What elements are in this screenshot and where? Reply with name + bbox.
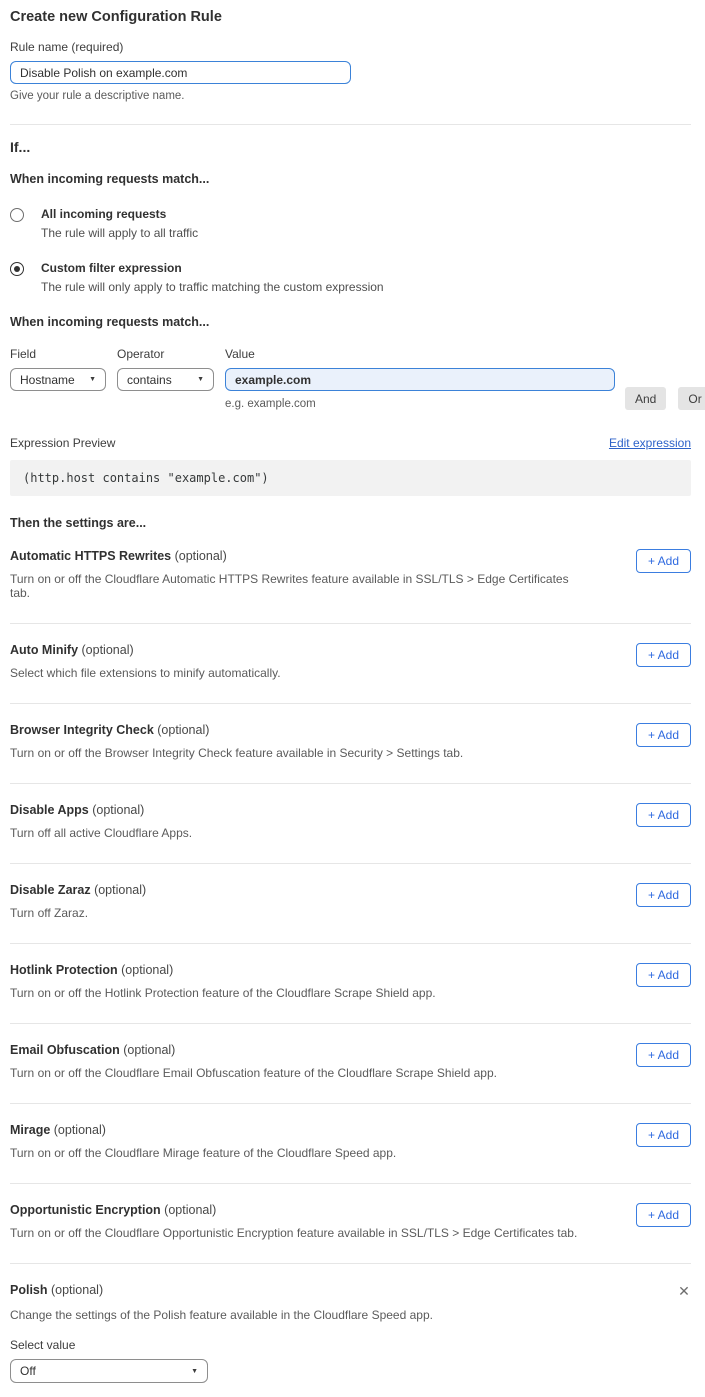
setting-name: Hotlink Protection — [10, 963, 118, 977]
setting-name: Opportunistic Encryption — [10, 1203, 161, 1217]
setting-optional: (optional) — [89, 803, 145, 817]
match-subheading: When incoming requests match... — [10, 172, 691, 186]
radio-all-incoming-requests[interactable]: All incoming requests The rule will appl… — [10, 207, 691, 240]
field-select[interactable]: Hostname ▼ — [10, 368, 106, 391]
setting-name: Polish — [10, 1283, 48, 1297]
operator-label: Operator — [117, 347, 214, 361]
setting-description: Turn off all active Cloudflare Apps. — [10, 826, 192, 840]
radio-option-description: The rule will apply to all traffic — [41, 226, 198, 240]
close-icon[interactable]: ✕ — [677, 1285, 691, 1299]
setting-optional: (optional) — [48, 1283, 104, 1297]
setting-optional: (optional) — [120, 1043, 176, 1057]
radio-button-icon[interactable] — [10, 208, 24, 222]
setting-name: Auto Minify — [10, 643, 78, 657]
section-divider — [10, 124, 691, 125]
page-title: Create new Configuration Rule — [10, 9, 691, 25]
add-button[interactable]: + Add — [636, 643, 691, 667]
setting-description: Turn off Zaraz. — [10, 906, 146, 920]
setting-optional: (optional) — [161, 1203, 217, 1217]
select-value-label: Select value — [10, 1338, 691, 1352]
setting-name: Disable Zaraz — [10, 883, 91, 897]
and-button[interactable]: And — [625, 387, 666, 410]
radio-button-icon[interactable] — [10, 262, 24, 276]
value-label: Value — [225, 347, 615, 361]
setting-description: Turn on or off the Cloudflare Mirage fea… — [10, 1146, 396, 1160]
setting-optional: (optional) — [91, 883, 147, 897]
setting-description: Select which file extensions to minify a… — [10, 666, 281, 680]
add-button[interactable]: + Add — [636, 1043, 691, 1067]
setting-optional: (optional) — [78, 643, 134, 657]
rule-name-helper: Give your rule a descriptive name. — [10, 90, 691, 102]
setting-description: Turn on or off the Cloudflare Opportunis… — [10, 1226, 577, 1240]
add-button[interactable]: + Add — [636, 883, 691, 907]
expression-preview-label: Expression Preview — [10, 436, 115, 450]
add-button[interactable]: + Add — [636, 1203, 691, 1227]
add-button[interactable]: + Add — [636, 723, 691, 747]
request-match-radio-group: All incoming requests The rule will appl… — [10, 207, 691, 294]
operator-select[interactable]: contains ▼ — [117, 368, 214, 391]
setting-row: Mirage (optional) Turn on or off the Clo… — [10, 1104, 691, 1184]
or-button[interactable]: Or — [678, 387, 705, 410]
setting-row: Disable Apps (optional) Turn off all act… — [10, 784, 691, 864]
rule-name-label: Rule name (required) — [10, 40, 691, 54]
setting-row: Disable Zaraz (optional) Turn off Zaraz.… — [10, 864, 691, 944]
setting-optional: (optional) — [118, 963, 174, 977]
setting-name: Automatic HTTPS Rewrites — [10, 549, 171, 563]
setting-description: Turn on or off the Cloudflare Email Obfu… — [10, 1066, 497, 1080]
radio-option-label: All incoming requests — [41, 207, 198, 221]
radio-custom-filter-expression[interactable]: Custom filter expression The rule will o… — [10, 261, 691, 294]
value-input[interactable] — [225, 368, 615, 391]
setting-optional: (optional) — [171, 549, 227, 563]
add-button[interactable]: + Add — [636, 549, 691, 573]
polish-setting-row: Polish (optional) ✕ Change the settings … — [10, 1264, 691, 1383]
edit-expression-link[interactable]: Edit expression — [609, 436, 691, 450]
then-heading: Then the settings are... — [10, 516, 691, 530]
setting-name: Email Obfuscation — [10, 1043, 120, 1057]
chevron-down-icon: ▼ — [197, 376, 204, 383]
setting-name: Disable Apps — [10, 803, 89, 817]
setting-name: Browser Integrity Check — [10, 723, 154, 737]
if-heading: If... — [10, 139, 691, 155]
settings-list: Automatic HTTPS Rewrites (optional) Turn… — [10, 530, 691, 1264]
chevron-down-icon: ▼ — [89, 376, 96, 383]
add-button[interactable]: + Add — [636, 1123, 691, 1147]
setting-name: Mirage — [10, 1123, 50, 1137]
expression-preview-code: (http.host contains "example.com") — [10, 460, 691, 496]
field-select-value: Hostname — [20, 373, 75, 387]
setting-optional: (optional) — [154, 723, 210, 737]
setting-row: Opportunistic Encryption (optional) Turn… — [10, 1184, 691, 1264]
field-label: Field — [10, 347, 106, 361]
setting-optional: (optional) — [50, 1123, 106, 1137]
polish-select-value: Off — [20, 1364, 36, 1378]
operator-select-value: contains — [127, 373, 172, 387]
value-helper: e.g. example.com — [225, 398, 615, 410]
setting-description: Change the settings of the Polish featur… — [10, 1308, 691, 1322]
polish-value-select[interactable]: Off ▼ — [10, 1359, 208, 1383]
setting-row: Email Obfuscation (optional) Turn on or … — [10, 1024, 691, 1104]
setting-row: Browser Integrity Check (optional) Turn … — [10, 704, 691, 784]
radio-option-label: Custom filter expression — [41, 261, 384, 275]
setting-row: Auto Minify (optional) Select which file… — [10, 624, 691, 704]
expression-builder: When incoming requests match... Field Ho… — [10, 315, 691, 410]
setting-row: Hotlink Protection (optional) Turn on or… — [10, 944, 691, 1024]
rule-name-input[interactable] — [10, 61, 351, 84]
create-configuration-rule-page: Create new Configuration Rule Rule name … — [0, 0, 705, 1397]
builder-heading: When incoming requests match... — [10, 315, 691, 329]
setting-description: Turn on or off the Hotlink Protection fe… — [10, 986, 436, 1000]
setting-description: Turn on or off the Cloudflare Automatic … — [10, 572, 590, 600]
radio-option-description: The rule will only apply to traffic matc… — [41, 280, 384, 294]
add-button[interactable]: + Add — [636, 803, 691, 827]
add-button[interactable]: + Add — [636, 963, 691, 987]
setting-row: Automatic HTTPS Rewrites (optional) Turn… — [10, 530, 691, 624]
chevron-down-icon: ▼ — [191, 1368, 198, 1375]
setting-description: Turn on or off the Browser Integrity Che… — [10, 746, 463, 760]
